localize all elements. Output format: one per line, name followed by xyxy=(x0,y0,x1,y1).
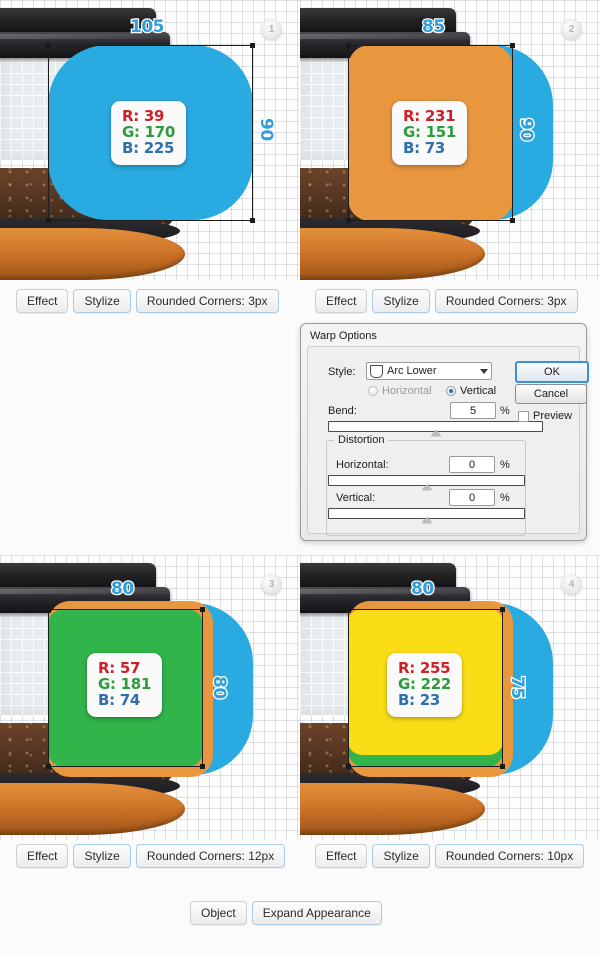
style-select[interactable]: Arc Lower xyxy=(366,362,492,380)
rgb-green-value: G: 151 xyxy=(402,123,458,142)
step-badge-4: 4 xyxy=(561,574,582,595)
style-label: Style: xyxy=(328,366,356,378)
crumb-effect[interactable]: Effect xyxy=(16,844,69,868)
laptop-bar-highlight xyxy=(0,589,170,594)
rgb-red-value: R: 39 xyxy=(121,107,166,126)
breadcrumb-row-1: Effect Stylize Rounded Corners: 3px xyxy=(16,289,279,313)
warp-options-dialog: Warp Options Style: Arc Lower Horizontal… xyxy=(300,323,589,541)
distortion-horizontal-slider[interactable] xyxy=(328,475,525,490)
distortion-horizontal-label: Horizontal: xyxy=(336,459,389,471)
bend-unit: % xyxy=(500,405,510,417)
crumb-effect[interactable]: Effect xyxy=(315,289,368,313)
chevron-down-icon xyxy=(480,368,488,374)
bend-input[interactable]: 5 xyxy=(450,402,496,419)
rgb-green-value: G: 170 xyxy=(121,123,177,142)
orientation-horizontal-label: Horizontal xyxy=(382,385,432,397)
crumb-rounded-corners[interactable]: Rounded Corners: 3px xyxy=(434,289,578,313)
step-badge-2: 2 xyxy=(561,19,582,40)
distortion-horizontal-input[interactable]: 0 xyxy=(449,456,495,473)
laptop-bar-highlight xyxy=(300,589,470,594)
crumb-stylize[interactable]: Stylize xyxy=(73,289,131,313)
measure-height-label: 90 xyxy=(255,117,278,142)
breadcrumb-row-3: Effect Stylize Rounded Corners: 12px xyxy=(16,844,286,868)
rgb-blue-value: B: 23 xyxy=(397,691,442,710)
measure-width-label: 105 xyxy=(129,16,166,39)
rgb-readout-card: R: 255 G: 222 B: 23 xyxy=(387,653,463,717)
crumb-stylize[interactable]: Stylize xyxy=(73,844,131,868)
style-select-value: Arc Lower xyxy=(387,365,437,377)
distortion-vertical-slider-thumb[interactable] xyxy=(421,517,432,523)
step-badge-3: 3 xyxy=(261,574,282,595)
crumb-effect[interactable]: Effect xyxy=(16,289,69,313)
crumb-rounded-corners[interactable]: Rounded Corners: 12px xyxy=(135,844,286,868)
distortion-vertical-unit: % xyxy=(500,492,510,504)
artboard-panel-2: 85 90 R: 231 G: 151 B: 73 2 xyxy=(300,0,600,280)
radio-dot-icon xyxy=(368,386,378,396)
page-stage: 105 90 R: 39 G: 170 B: 225 1 85 90 R: 23… xyxy=(0,0,600,956)
crumb-object[interactable]: Object xyxy=(190,901,247,925)
measure-width-label: 80 xyxy=(410,578,436,601)
measure-width-label: 85 xyxy=(421,16,447,39)
preview-checkbox[interactable]: Preview xyxy=(518,410,572,422)
dialog-body: Style: Arc Lower Horizontal Vertical Ben… xyxy=(307,346,589,536)
crumb-stylize[interactable]: Stylize xyxy=(372,844,430,868)
distortion-vertical-input[interactable]: 0 xyxy=(449,489,495,506)
rgb-green-value: G: 181 xyxy=(97,675,153,694)
measure-height-label: 90 xyxy=(515,117,538,142)
measure-height-label: 80 xyxy=(208,675,231,700)
cancel-button[interactable]: Cancel xyxy=(515,384,587,404)
rgb-blue-value: B: 225 xyxy=(121,139,176,158)
ok-button[interactable]: OK xyxy=(515,361,589,383)
rgb-blue-value: B: 73 xyxy=(402,139,447,158)
bend-slider[interactable] xyxy=(328,421,543,436)
bend-label: Bend: xyxy=(328,405,357,417)
crumb-rounded-corners[interactable]: Rounded Corners: 10px xyxy=(434,844,585,868)
distortion-vertical-slider[interactable] xyxy=(328,508,525,523)
rgb-readout-card: R: 39 G: 170 B: 225 xyxy=(111,101,187,165)
artboard-panel-4: 80 75 R: 255 G: 222 B: 23 4 xyxy=(300,555,600,840)
checkbox-box-icon xyxy=(518,410,529,422)
rgb-red-value: R: 57 xyxy=(97,659,142,678)
distortion-horizontal-unit: % xyxy=(500,459,510,471)
crumb-expand-appearance[interactable]: Expand Appearance xyxy=(251,901,382,925)
arc-lower-icon xyxy=(370,364,383,378)
rgb-readout-card: R: 57 G: 181 B: 74 xyxy=(87,653,163,717)
rgb-green-value: G: 222 xyxy=(397,675,453,694)
orientation-horizontal-radio[interactable]: Horizontal xyxy=(368,385,432,397)
radio-dot-icon xyxy=(446,386,456,396)
orientation-vertical-label: Vertical xyxy=(460,385,497,397)
breadcrumb-row-2: Effect Stylize Rounded Corners: 3px xyxy=(315,289,578,313)
crumb-rounded-corners[interactable]: Rounded Corners: 3px xyxy=(135,289,279,313)
distortion-legend: Distortion xyxy=(334,434,389,446)
object-breadcrumb-row: Object Expand Appearance xyxy=(190,901,382,925)
artboard-panel-3: 80 80 R: 57 G: 181 B: 74 3 xyxy=(0,555,300,840)
step-badge-1: 1 xyxy=(261,19,282,40)
orientation-vertical-radio[interactable]: Vertical xyxy=(446,385,496,397)
bend-slider-thumb[interactable] xyxy=(430,430,441,436)
rgb-readout-card: R: 231 G: 151 B: 73 xyxy=(392,101,468,165)
measure-width-label: 80 xyxy=(110,578,136,601)
crumb-stylize[interactable]: Stylize xyxy=(372,289,430,313)
rgb-red-value: R: 255 xyxy=(397,659,452,678)
rgb-red-value: R: 231 xyxy=(402,107,457,126)
rgb-blue-value: B: 74 xyxy=(97,691,142,710)
dialog-title: Warp Options xyxy=(310,330,377,342)
crumb-effect[interactable]: Effect xyxy=(315,844,368,868)
breadcrumb-row-4: Effect Stylize Rounded Corners: 10px xyxy=(315,844,585,868)
preview-label: Preview xyxy=(533,410,573,422)
distortion-horizontal-slider-thumb[interactable] xyxy=(421,484,432,490)
distortion-vertical-label: Vertical: xyxy=(336,492,376,504)
artboard-panel-1: 105 90 R: 39 G: 170 B: 225 1 xyxy=(0,0,300,280)
measure-height-label: 75 xyxy=(506,675,529,700)
